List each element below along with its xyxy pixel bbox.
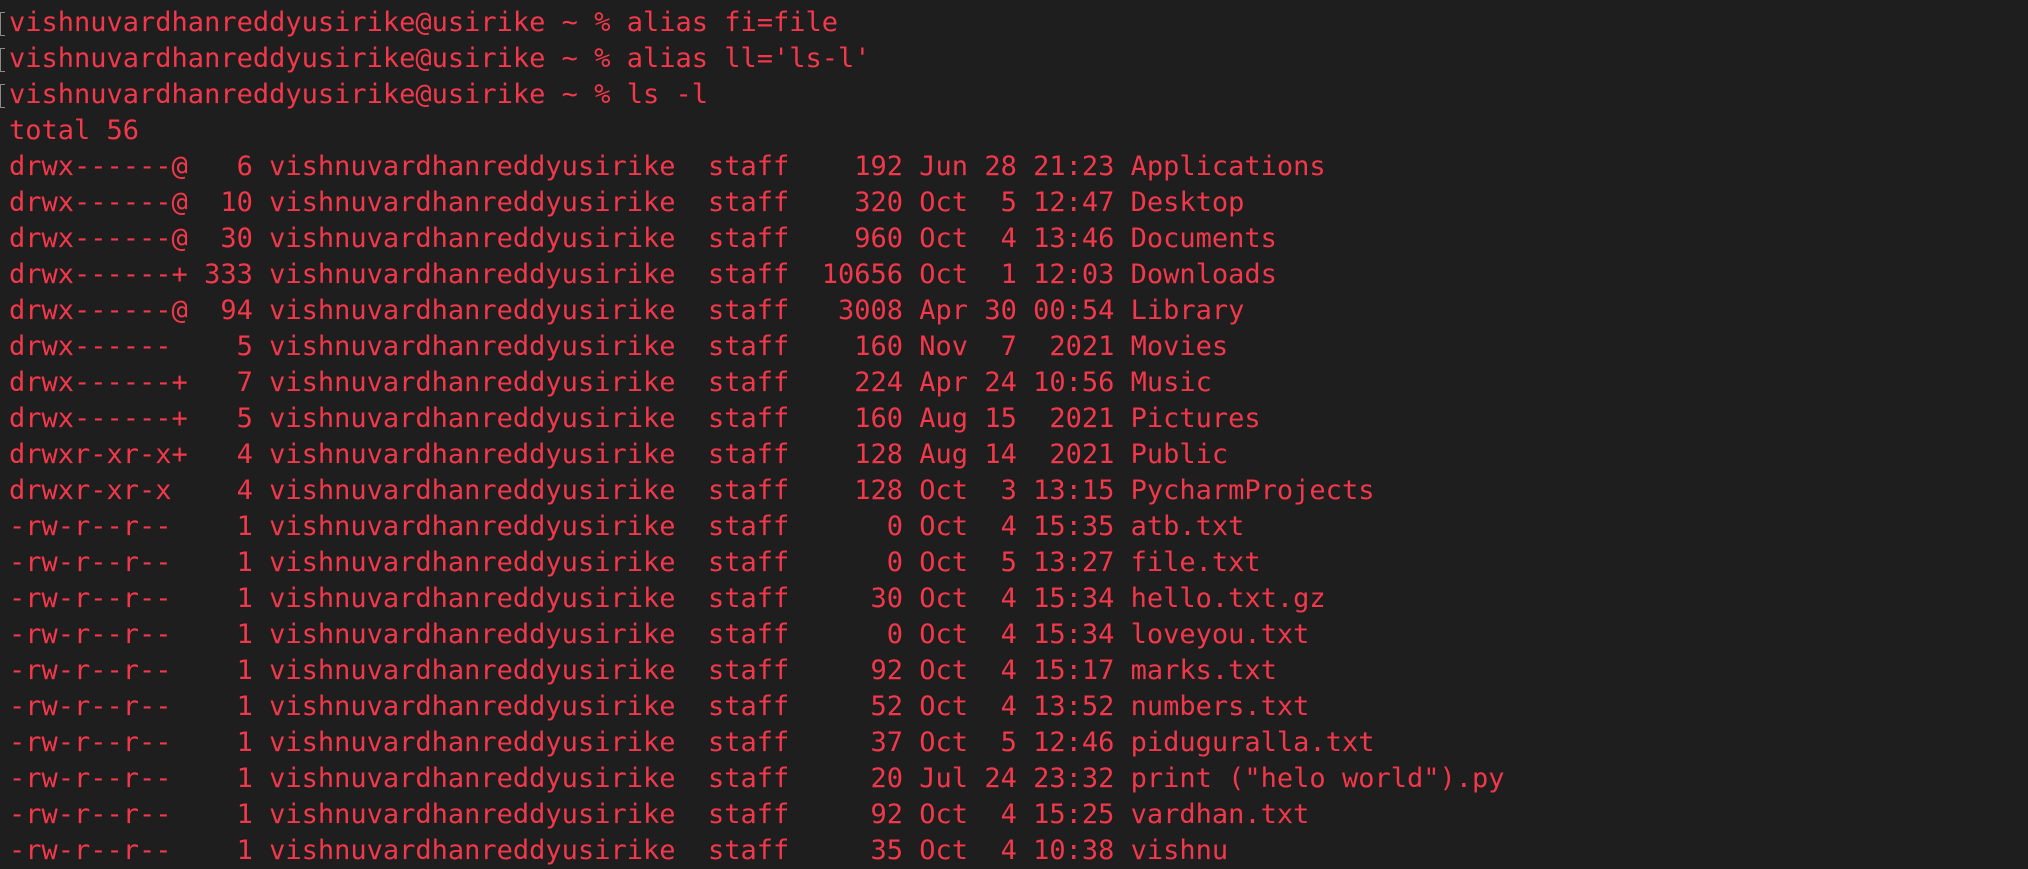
output-line: -rw-r--r-- 1 vishnuvardhanreddyusirike s…	[0, 761, 2028, 797]
command-mark-icon	[0, 84, 5, 108]
command-mark-icon	[0, 48, 5, 72]
output-text: drwxr-xr-x+ 4 vishnuvardhanreddyusirike …	[9, 439, 1229, 470]
output-text: drwxr-xr-x 4 vishnuvardhanreddyusirike s…	[9, 475, 1375, 506]
output-line: drwx------@ 6 vishnuvardhanreddyusirike …	[0, 149, 2028, 185]
output-text: drwx------+ 7 vishnuvardhanreddyusirike …	[9, 367, 1212, 398]
output-text: -rw-r--r-- 1 vishnuvardhanreddyusirike s…	[9, 619, 1310, 650]
terminal-output: vishnuvardhanreddyusirike@usirike ~ % al…	[0, 5, 2028, 869]
output-text: drwx------@ 6 vishnuvardhanreddyusirike …	[9, 151, 1326, 182]
output-text: -rw-r--r-- 1 vishnuvardhanreddyusirike s…	[9, 583, 1326, 614]
output-line: drwx------+ 5 vishnuvardhanreddyusirike …	[0, 401, 2028, 437]
output-line: drwx------@ 30 vishnuvardhanreddyusirike…	[0, 221, 2028, 257]
output-line: drwx------+ 7 vishnuvardhanreddyusirike …	[0, 365, 2028, 401]
terminal-window[interactable]: vishnuvardhanreddyusirike@usirike ~ % al…	[0, 0, 2028, 866]
output-line: drwx------@ 10 vishnuvardhanreddyusirike…	[0, 185, 2028, 221]
output-text: -rw-r--r-- 1 vishnuvardhanreddyusirike s…	[9, 511, 1245, 542]
output-line: -rw-r--r-- 1 vishnuvardhanreddyusirike s…	[0, 689, 2028, 725]
prompt-line: vishnuvardhanreddyusirike@usirike ~ % al…	[0, 41, 2028, 77]
prompt-line: vishnuvardhanreddyusirike@usirike ~ % al…	[0, 5, 2028, 41]
output-text: drwx------+ 5 vishnuvardhanreddyusirike …	[9, 403, 1261, 434]
output-text: -rw-r--r-- 1 vishnuvardhanreddyusirike s…	[9, 835, 1229, 866]
output-text: drwx------+ 333 vishnuvardhanreddyusirik…	[9, 259, 1277, 290]
output-line: -rw-r--r-- 1 vishnuvardhanreddyusirike s…	[0, 653, 2028, 689]
command-text: vishnuvardhanreddyusirike@usirike ~ % al…	[9, 43, 871, 74]
output-text: -rw-r--r-- 1 vishnuvardhanreddyusirike s…	[9, 799, 1310, 830]
output-line: -rw-r--r-- 1 vishnuvardhanreddyusirike s…	[0, 617, 2028, 653]
output-line: -rw-r--r-- 1 vishnuvardhanreddyusirike s…	[0, 797, 2028, 833]
output-line: drwx------ 5 vishnuvardhanreddyusirike s…	[0, 329, 2028, 365]
output-line: drwx------+ 333 vishnuvardhanreddyusirik…	[0, 257, 2028, 293]
output-text: total 56	[9, 115, 140, 146]
output-text: drwx------@ 10 vishnuvardhanreddyusirike…	[9, 187, 1245, 218]
output-line: -rw-r--r-- 1 vishnuvardhanreddyusirike s…	[0, 833, 2028, 869]
output-line: -rw-r--r-- 1 vishnuvardhanreddyusirike s…	[0, 725, 2028, 761]
prompt-line: vishnuvardhanreddyusirike@usirike ~ % ls…	[0, 77, 2028, 113]
output-text: drwx------ 5 vishnuvardhanreddyusirike s…	[9, 331, 1229, 362]
command-text: vishnuvardhanreddyusirike@usirike ~ % ls…	[9, 79, 708, 110]
command-text: vishnuvardhanreddyusirike@usirike ~ % al…	[9, 7, 839, 38]
output-text: drwx------@ 30 vishnuvardhanreddyusirike…	[9, 223, 1277, 254]
command-mark-icon	[0, 12, 5, 36]
output-line: drwxr-xr-x 4 vishnuvardhanreddyusirike s…	[0, 473, 2028, 509]
output-text: drwx------@ 94 vishnuvardhanreddyusirike…	[9, 295, 1245, 326]
output-line: -rw-r--r-- 1 vishnuvardhanreddyusirike s…	[0, 581, 2028, 617]
output-line: -rw-r--r-- 1 vishnuvardhanreddyusirike s…	[0, 509, 2028, 545]
output-line: -rw-r--r-- 1 vishnuvardhanreddyusirike s…	[0, 545, 2028, 581]
output-text: -rw-r--r-- 1 vishnuvardhanreddyusirike s…	[9, 655, 1277, 686]
output-line: drwxr-xr-x+ 4 vishnuvardhanreddyusirike …	[0, 437, 2028, 473]
output-text: -rw-r--r-- 1 vishnuvardhanreddyusirike s…	[9, 763, 1505, 794]
output-line: total 56	[0, 113, 2028, 149]
output-text: -rw-r--r-- 1 vishnuvardhanreddyusirike s…	[9, 727, 1375, 758]
output-text: -rw-r--r-- 1 vishnuvardhanreddyusirike s…	[9, 691, 1310, 722]
output-text: -rw-r--r-- 1 vishnuvardhanreddyusirike s…	[9, 547, 1261, 578]
output-line: drwx------@ 94 vishnuvardhanreddyusirike…	[0, 293, 2028, 329]
